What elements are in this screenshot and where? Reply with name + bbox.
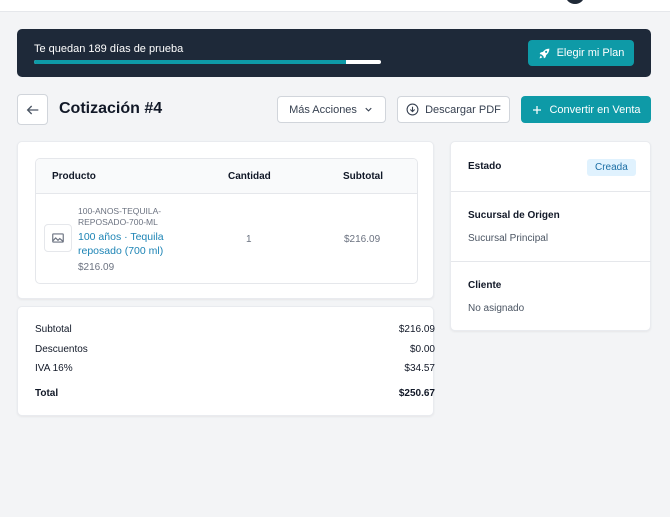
details-card: Estado Creada Sucursal de Origen Sucursa… [450, 141, 651, 331]
summary-subtotal-label: Subtotal [35, 324, 72, 335]
product-subtotal: $216.09 [344, 234, 381, 245]
table-header: Producto Cantidad Subtotal [36, 159, 417, 194]
image-icon [52, 233, 64, 243]
convert-to-sale-label: Convertir en Venta [549, 103, 641, 116]
summary-discounts-row: Descuentos $0.00 [35, 344, 435, 355]
avatar[interactable] [565, 0, 585, 4]
choose-plan-button[interactable]: Elegir mi Plan [528, 40, 634, 66]
page-title: Cotización #4 [59, 100, 163, 117]
summary-discounts-value: $0.00 [409, 344, 435, 355]
more-actions-label: Más Acciones [289, 103, 357, 116]
column-subtotal: Subtotal [343, 171, 383, 182]
divider [451, 191, 651, 192]
product-name-link[interactable]: 100 años · Tequila reposado (700 ml) [78, 230, 188, 258]
product-image-placeholder [44, 224, 72, 252]
column-product: Producto [52, 171, 96, 182]
summary-tax-label: IVA 16% [35, 363, 73, 374]
convert-to-sale-button[interactable]: Convertir en Venta [521, 96, 651, 123]
product-sku: 100-ANOS-TEQUILA-REPOSADO-700-ML [78, 206, 162, 227]
download-icon [406, 103, 419, 116]
status-badge: Creada [587, 159, 636, 176]
download-pdf-button[interactable]: Descargar PDF [397, 96, 510, 123]
trial-progress-bar [34, 60, 381, 64]
client-value: No asignado [468, 303, 525, 314]
table-row: 100-ANOS-TEQUILA-REPOSADO-700-ML 100 año… [36, 194, 417, 283]
summary-tax-value: $34.57 [404, 363, 435, 374]
items-table: Producto Cantidad Subtotal 100-ANOS-TEQU… [35, 158, 418, 284]
summary-card: Subtotal $216.09 Descuentos $0.00 IVA 16… [17, 306, 435, 416]
product-quantity: 1 [246, 234, 252, 245]
top-bar [0, 0, 670, 12]
branch-label: Sucursal de Origen [468, 210, 560, 221]
trial-text: Te quedan 189 días de prueba [34, 43, 184, 55]
download-pdf-label: Descargar PDF [425, 103, 501, 116]
more-actions-button[interactable]: Más Acciones [277, 96, 386, 123]
arrow-left-icon [26, 105, 38, 114]
branch-value: Sucursal Principal [468, 233, 549, 244]
divider [451, 261, 651, 262]
rocket-icon [539, 48, 549, 58]
summary-discounts-label: Descuentos [35, 344, 88, 355]
column-quantity: Cantidad [228, 171, 271, 182]
status-label: Estado [468, 161, 502, 172]
items-card: Producto Cantidad Subtotal 100-ANOS-TEQU… [17, 141, 434, 299]
summary-tax-row: IVA 16% $34.57 [35, 363, 435, 374]
summary-subtotal-value: $216.09 [398, 324, 435, 335]
chevron-down-icon [365, 107, 372, 112]
plus-icon [533, 105, 542, 114]
summary-subtotal-row: Subtotal $216.09 [35, 324, 435, 335]
client-label: Cliente [468, 280, 502, 291]
summary-total-value: $250.67 [398, 388, 435, 399]
trial-progress-fill [34, 60, 347, 64]
product-price: $216.09 [78, 262, 115, 273]
summary-total-label: Total [35, 388, 59, 399]
trial-banner: Te quedan 189 días de prueba Elegir mi P… [17, 29, 651, 77]
choose-plan-label: Elegir mi Plan [556, 47, 625, 59]
summary-total-row: Total $250.67 [35, 388, 435, 399]
back-button[interactable] [17, 94, 48, 125]
page-header: Cotización #4 Más Acciones Descargar PDF… [17, 94, 651, 125]
